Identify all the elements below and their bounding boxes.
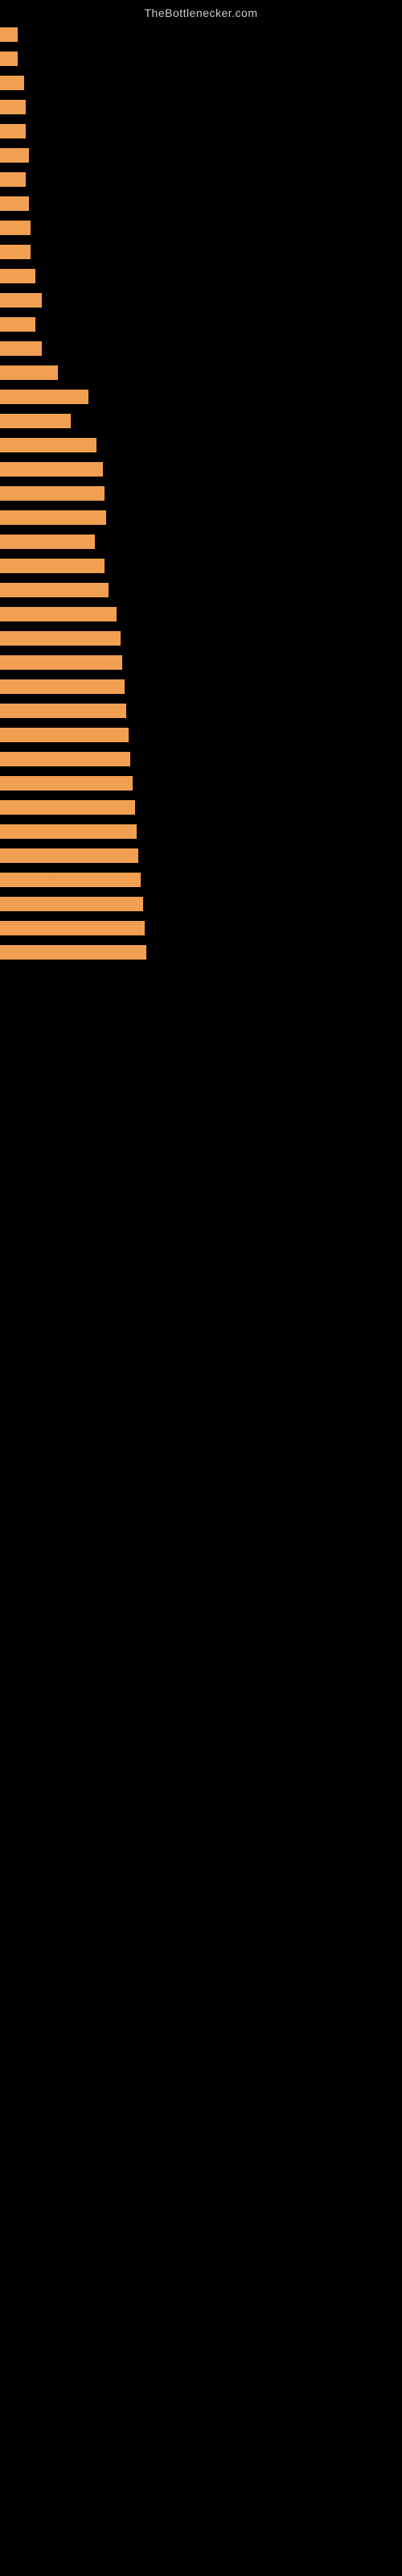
bar-label: Bott (0, 76, 24, 90)
bar-row: Bottleneck result (0, 868, 402, 892)
bar-label: Bott (0, 100, 26, 114)
bar-row: Bottle (0, 312, 402, 336)
bar-row: Bottleneck resu (0, 385, 402, 409)
bar-row: Bottleneck result (0, 844, 402, 868)
bar-row: Bott (0, 143, 402, 167)
bar-row: Bott (0, 216, 402, 240)
bar-row: Bott (0, 119, 402, 143)
bar-label: Bottleneck result (0, 486, 105, 501)
bar-label: Bottleneck result (0, 704, 126, 718)
bar-row: Bottleneck result (0, 602, 402, 626)
bar-row: Bottleneck result (0, 675, 402, 699)
bar-row: Bo (0, 23, 402, 47)
bar-row: Bottleneck (0, 361, 402, 385)
bar-label: Bott (0, 124, 26, 138)
bar-row: Bottleneck result (0, 819, 402, 844)
bar-label: Bottleneck result (0, 897, 143, 911)
bar-label: Bottleneck resu (0, 390, 88, 404)
bar-row: Bottleneck result (0, 506, 402, 530)
bar-row: Bott (0, 167, 402, 192)
bar-row: Bottleneck resu (0, 530, 402, 554)
bar-label: Bottleneck result (0, 631, 121, 646)
bar-row: Bottleneck result (0, 795, 402, 819)
bar-row: Bottleneck result (0, 892, 402, 916)
bar-label: Bottleneck result (0, 607, 117, 621)
bar-label: Bottle (0, 269, 35, 283)
bar-label: Bottleneck result (0, 824, 137, 839)
bar-row: Bottleneck result (0, 554, 402, 578)
bar-label: Bott (0, 196, 29, 211)
bar-label: Bottleneck result (0, 921, 145, 935)
bar-row: Bottleneck result (0, 771, 402, 795)
bar-row: Bottlen (0, 288, 402, 312)
bar-label: Bottleneck result (0, 945, 146, 960)
bar-label: Bottleneck result (0, 438, 96, 452)
bar-label: Bott (0, 221, 31, 235)
bar-row: Bottleneck result (0, 578, 402, 602)
bar-row: Bottleneck result (0, 481, 402, 506)
bar-label: Bottleneck result (0, 583, 109, 597)
bar-row: Bott (0, 95, 402, 119)
bar-label: Bottleneck (0, 365, 58, 380)
bar-row: Bottleneck result (0, 626, 402, 650)
bar-label: Bottle (0, 317, 35, 332)
bar-label: Bottleneck result (0, 462, 103, 477)
bar-label: Bottleneck result (0, 776, 133, 791)
bar-row: Bottleneck result (0, 457, 402, 481)
bar-row: Bott (0, 71, 402, 95)
bar-row: Bottleneck result (0, 940, 402, 964)
bar-label: Bottleneck result (0, 679, 125, 694)
bar-row: Bottleneck result (0, 699, 402, 723)
bar-row: Bottleneck result (0, 433, 402, 457)
bar-row: Bottleneck result (0, 650, 402, 675)
bar-label: Bottleneck result (0, 559, 105, 573)
bars-container: Bo Bo Bott Bott Bott Bott Bott Bott Bott Bott Bott… (0, 23, 402, 964)
bar-label: Bottleneck result (0, 655, 122, 670)
bar-label: Bottleneck result (0, 800, 135, 815)
bar-row: Bott (0, 192, 402, 216)
bar-label: Bottleneck result (0, 510, 106, 525)
bar-label: Bottleneck resu (0, 535, 95, 549)
bar-label: Bottleneck result (0, 752, 130, 766)
bar-label: Bo (0, 52, 18, 66)
bar-label: Bottlen (0, 293, 42, 308)
bar-row: Bottleneck result (0, 916, 402, 940)
bar-label: Bottleneck result (0, 873, 141, 887)
bar-label: Bott (0, 245, 31, 259)
bar-label: Bott (0, 172, 26, 187)
bar-label: Bottleneck r (0, 414, 71, 428)
bar-label: Bottleneck result (0, 728, 129, 742)
bar-label: Bottlen (0, 341, 42, 356)
bar-row: Bottleneck result (0, 747, 402, 771)
bar-label: Bo (0, 27, 18, 42)
bar-row: Bo (0, 47, 402, 71)
bar-label: Bott (0, 148, 29, 163)
bar-row: Bottle (0, 264, 402, 288)
bar-row: Bottleneck result (0, 723, 402, 747)
bar-row: Bott (0, 240, 402, 264)
site-title: TheBottlenecker.com (0, 0, 402, 23)
bar-label: Bottleneck result (0, 848, 138, 863)
bar-row: Bottlen (0, 336, 402, 361)
bar-row: Bottleneck r (0, 409, 402, 433)
